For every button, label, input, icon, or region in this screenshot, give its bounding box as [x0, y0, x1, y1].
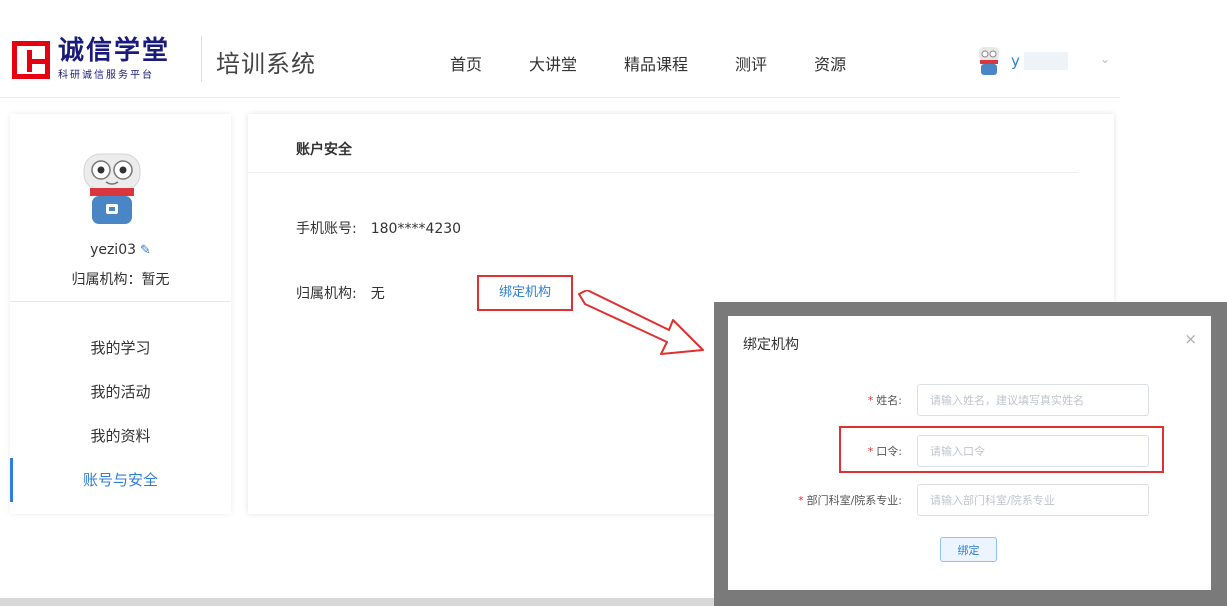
department-input[interactable] [917, 484, 1149, 516]
page: 诚信学堂 科研诚信服务平台 培训系统 首页 大讲堂 精品课程 测评 资源 y ⌄ [0, 0, 1227, 606]
department-field-row: * 部门科室/院系专业: [728, 484, 1211, 516]
sidebar-item-my-learning[interactable]: 我的学习 [10, 326, 231, 370]
required-mark: * [798, 494, 804, 507]
nav-item-assessment[interactable]: 测评 [735, 51, 767, 75]
org-label: 归属机构: [296, 286, 357, 302]
required-mark: * [867, 394, 874, 407]
close-icon[interactable]: × [1184, 330, 1197, 348]
phone-value: 180****4230 [370, 221, 462, 237]
nav-item-resources[interactable]: 资源 [814, 51, 846, 75]
dialog-title: 绑定机构 [743, 337, 799, 353]
phone-label: 手机账号: [296, 221, 357, 237]
top-header: 诚信学堂 科研诚信服务平台 培训系统 首页 大讲堂 精品课程 测评 资源 y ⌄ [0, 0, 1120, 98]
logo-subtitle: 科研诚信服务平台 [58, 70, 154, 81]
name-field-row: * 姓名: [728, 384, 1211, 416]
bind-org-dialog: 绑定机构 × *姓名: *口令: *部门科室/院系专业: 绑定 [728, 316, 1211, 590]
sidebar-item-account-security[interactable]: 账号与安全 [10, 458, 231, 502]
name-input[interactable] [917, 384, 1149, 416]
avatar [83, 153, 141, 224]
bind-button[interactable]: 绑定 [940, 537, 997, 562]
brand-logo[interactable]: 诚信学堂 科研诚信服务平台 [12, 38, 170, 81]
page-title: 账户安全 [296, 142, 352, 158]
main-nav: 首页 大讲堂 精品课程 测评 资源 [450, 51, 893, 75]
nav-item-courses[interactable]: 精品课程 [624, 51, 688, 75]
sidebar: yezi03 ✎ 归属机构：暂无 我的学习 我的活动 我的资料 账号与安全 [10, 114, 231, 514]
logo-title: 诚信学堂 [58, 36, 171, 66]
header-divider [201, 36, 202, 82]
required-mark: * [867, 445, 874, 458]
passcode-input[interactable] [917, 435, 1149, 467]
edit-pencil-icon[interactable]: ✎ [140, 243, 151, 258]
passcode-field-row: * 口令: [728, 435, 1211, 467]
sidebar-menu: 我的学习 我的活动 我的资料 账号与安全 [10, 326, 231, 502]
user-avatar-icon [979, 47, 999, 75]
logo-mark-icon [12, 40, 50, 79]
sidebar-item-my-activities[interactable]: 我的活动 [10, 370, 231, 414]
system-name: 培训系统 [216, 50, 316, 78]
profile-org: 归属机构：暂无 [71, 272, 170, 288]
profile-card: yezi03 ✎ 归属机构：暂无 [10, 114, 231, 302]
org-row: 归属机构: 无 [296, 283, 385, 303]
department-label: 部门科室/院系专业: [806, 494, 902, 507]
user-menu[interactable]: y [975, 45, 1068, 77]
chevron-down-icon[interactable]: ⌄ [1100, 52, 1110, 66]
passcode-label: 口令: [876, 445, 902, 458]
user-name-short: y [1011, 52, 1020, 70]
name-label: 姓名: [876, 394, 902, 407]
annotation-arrow-icon [578, 290, 704, 355]
bind-org-link[interactable]: 绑定机构 [477, 275, 573, 311]
nav-item-home[interactable]: 首页 [450, 51, 482, 75]
phone-row: 手机账号: 180****4230 [296, 218, 461, 238]
divider [248, 172, 1078, 173]
user-name-redacted [1023, 52, 1068, 70]
username: yezi03 [90, 242, 137, 258]
org-value: 无 [370, 286, 385, 302]
nav-item-lectures[interactable]: 大讲堂 [529, 51, 577, 75]
sidebar-item-my-profile[interactable]: 我的资料 [10, 414, 231, 458]
